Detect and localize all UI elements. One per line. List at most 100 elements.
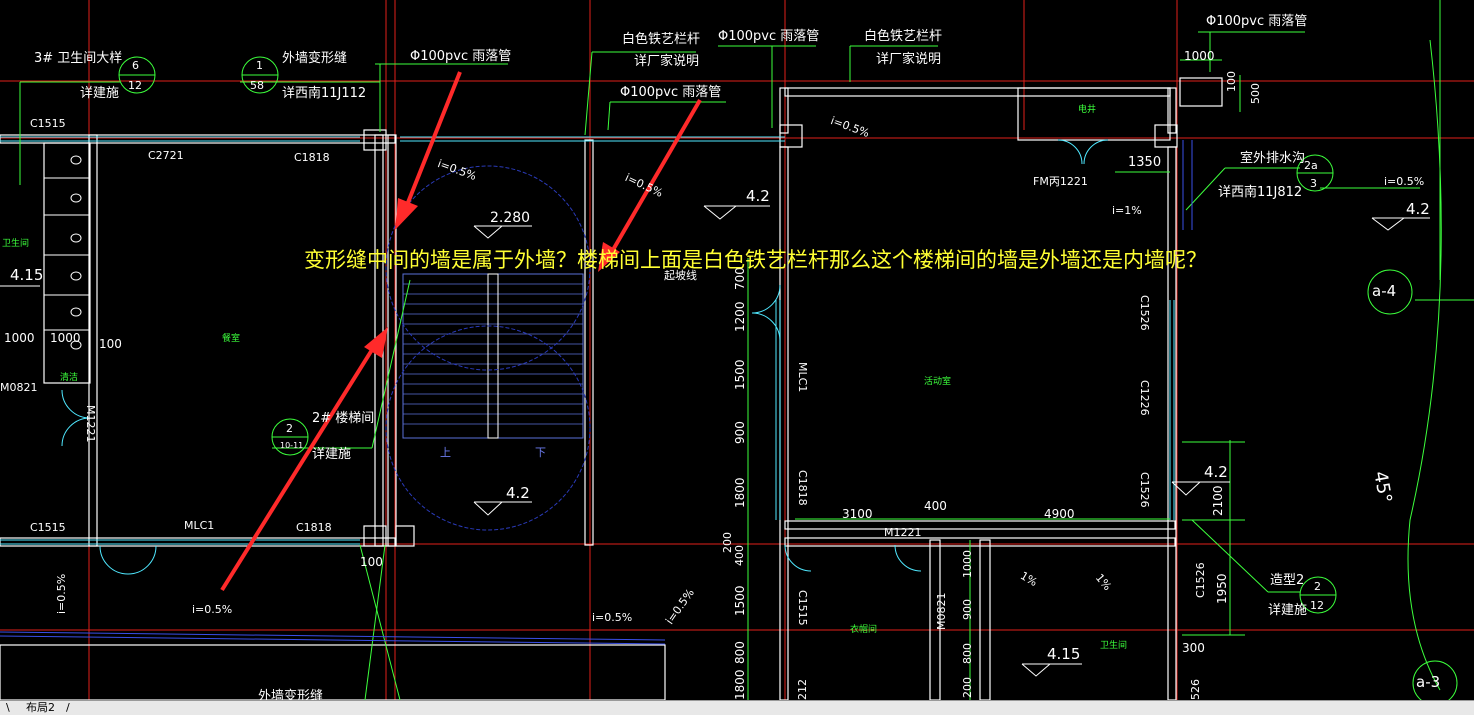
dim-1800b: 1800: [733, 669, 747, 700]
dim-1200: 1200: [733, 301, 747, 332]
staircase: [385, 165, 591, 531]
callout-drain: 室外排水沟: [1240, 151, 1306, 166]
label-down: 下: [535, 446, 546, 459]
railing-lines: [0, 140, 1193, 645]
label-c1526a: C1526: [1138, 295, 1151, 331]
dim-2100: 2100: [1211, 485, 1225, 516]
label-m1221a: M1221: [84, 405, 97, 443]
callout-stair2-sheet: 10-11: [280, 441, 304, 450]
dim-4900: 4900: [1044, 507, 1075, 521]
windows: [0, 136, 1175, 545]
dim-1000a: 1000: [4, 331, 35, 345]
dim-800: 800: [733, 641, 747, 664]
dim-1350: 1350: [1128, 155, 1162, 170]
dim-1000top: 1000: [1184, 49, 1215, 63]
dim-212: 212: [796, 679, 809, 700]
callout-wc3-sheet: 12: [128, 79, 142, 92]
elevation-4-2-d: 4.2: [1204, 463, 1228, 481]
label-room5: 卫生间: [2, 239, 30, 249]
label-mlc1b: MLC1: [796, 362, 809, 393]
dim-400a: 400: [733, 545, 746, 566]
callout-joint: 外墙变形缝: [282, 51, 348, 66]
label-room1: 餐室: [222, 334, 241, 344]
callout-pipe2: Φ100pvc 雨落管: [620, 85, 722, 100]
callout-wc3: 3# 卫生间大样: [34, 51, 123, 66]
elevation-2280: 2.280: [490, 210, 531, 226]
dim-1500a: 1500: [733, 359, 747, 390]
dim-100top: 100: [1225, 71, 1238, 92]
label-c1515a: C1515: [30, 117, 66, 130]
label-fm: FM丙1221: [1033, 175, 1088, 188]
axis-a3: a-3: [1416, 673, 1441, 691]
label-elev: 电井: [1078, 105, 1097, 115]
axis-a4: a-4: [1372, 282, 1397, 300]
elevation-4-2-b: 4.2: [1406, 200, 1430, 218]
label-room6: 清洁: [60, 373, 79, 383]
label-room3: 衣帽间: [850, 625, 878, 635]
callout-stair2: 2# 楼梯间: [312, 411, 375, 426]
red-arrow-annotations: [220, 71, 702, 592]
dim-400b: 400: [924, 499, 947, 513]
slope-6: i=0.5%: [592, 611, 633, 624]
question-overlay-text: 变形缝中间的墙是属于外墙？楼梯间上面是白色铁艺栏杆那么这个楼梯间的墙是外墙还是内…: [304, 248, 1207, 272]
callout-drain-sheet: 3: [1310, 177, 1317, 190]
callout-wc3-num: 6: [132, 59, 139, 72]
dim-200a: 200: [721, 532, 734, 553]
dim-300: 300: [1182, 641, 1205, 655]
toilet-stalls: [44, 155, 90, 350]
label-m0821b: M0821: [935, 592, 948, 631]
dim-200b: 200: [961, 677, 974, 698]
callout-shape2: 造型2: [1270, 573, 1305, 588]
label-c1526b: C1526: [1138, 472, 1151, 508]
label-c1818c: C1818: [796, 470, 809, 506]
callout-joint-num: 1: [256, 59, 263, 72]
tab-layout-2[interactable]: 布局2: [26, 701, 55, 715]
slope-7: i=1%: [1112, 204, 1142, 217]
elevation-4-2-a: 4.2: [746, 187, 770, 205]
elevation-4-15-a: 4.15: [10, 266, 44, 284]
dim-100a: 100: [99, 337, 122, 351]
label-room4: 卫生间: [1100, 641, 1128, 651]
callout-pipe3: Φ100pvc 雨落管: [718, 29, 820, 44]
tab-right-glyph[interactable]: /: [66, 701, 70, 715]
label-mlc1a: MLC1: [184, 519, 215, 532]
label-m1221b: M1221: [884, 526, 922, 539]
callout-shape2-num: 2: [1314, 580, 1321, 593]
callout-wc3-ref: 详建施: [80, 86, 120, 101]
callout-pipe1: Φ100pvc 雨落管: [410, 49, 512, 64]
label-c1818b: C1818: [296, 521, 332, 534]
tab-left-glyph[interactable]: \: [6, 701, 10, 715]
annotation-leaders: [19, 0, 1474, 700]
dim-1000b: 1000: [50, 331, 81, 345]
label-c1526c: C1526: [1194, 562, 1207, 598]
dim-900a: 900: [733, 421, 747, 444]
callout-joint-sheet: 58: [250, 79, 264, 92]
elevation-4-2-c: 4.2: [506, 484, 530, 502]
label-c2721: C2721: [148, 149, 184, 162]
slope-5: i=0.5%: [192, 603, 233, 616]
walls: [0, 77, 1223, 700]
label-c1226: C1226: [1138, 380, 1151, 416]
dim-500: 500: [1249, 83, 1262, 104]
callout-stair2-ref: 详建施: [312, 447, 352, 462]
label-m0821: M0821: [0, 381, 38, 394]
callout-shape2-sheet: 12: [1310, 599, 1324, 612]
label-c1515c: C1515: [796, 590, 809, 626]
label-c1818a: C1818: [294, 151, 330, 164]
callout-drain-ref: 详西南11J812: [1218, 185, 1303, 200]
dim-800b: 800: [961, 643, 974, 664]
dim-1800a: 1800: [733, 477, 747, 508]
dim-900b: 900: [961, 599, 974, 620]
dim-100b: 100: [360, 555, 383, 569]
elevation-4-15-b: 4.15: [1047, 645, 1081, 663]
callout-pipe4: Φ100pvc 雨落管: [1206, 14, 1308, 29]
layout-tab-bar: \ 布局2 /: [0, 700, 1474, 715]
callout-joint-ref: 详西南11J112: [282, 86, 367, 101]
callout-rail2b: 详厂家说明: [876, 52, 942, 67]
callout-stair2-num: 2: [286, 422, 293, 435]
label-c1515b: C1515: [30, 521, 66, 534]
label-up: 上: [440, 446, 451, 459]
dim-1950: 1950: [1215, 573, 1229, 604]
callout-drain-num: 2a: [1304, 159, 1318, 172]
slope-4: i=0.5%: [1384, 175, 1425, 188]
